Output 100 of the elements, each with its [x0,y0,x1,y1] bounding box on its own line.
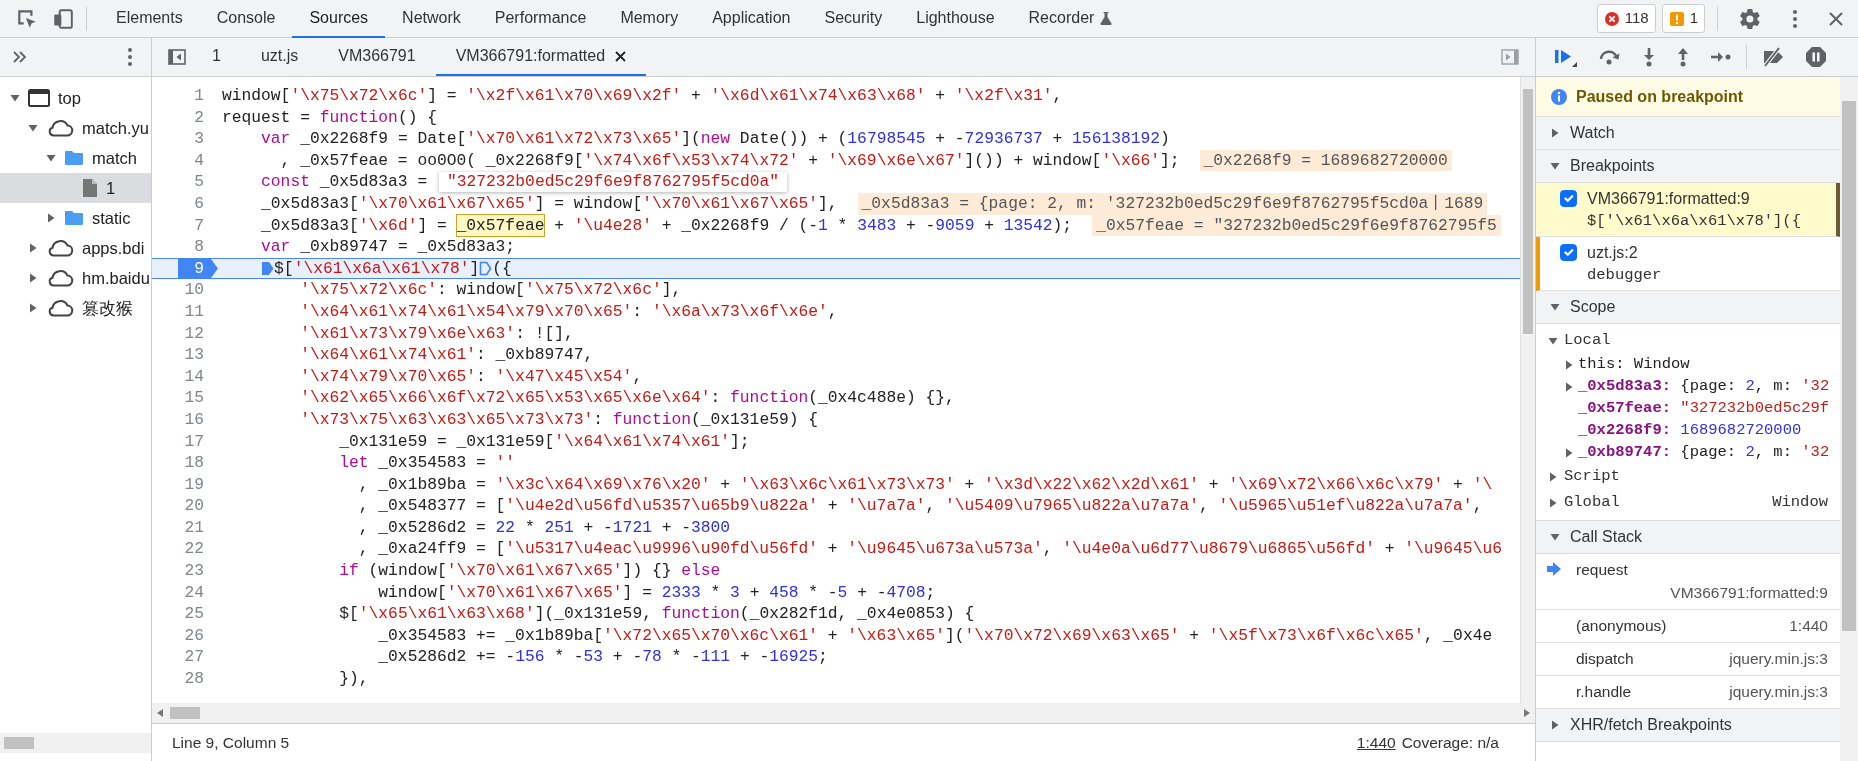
expand-arrow-icon[interactable] [1550,128,1560,138]
line-number[interactable]: 4 [152,149,218,172]
source-location-link[interactable]: 1:440 [1356,730,1396,755]
step-icon[interactable] [1710,50,1732,64]
warning-counter[interactable]: 1 [1661,4,1705,33]
close-icon[interactable] [615,50,627,62]
checkbox[interactable] [1560,244,1577,261]
resume-icon[interactable] [1554,47,1578,67]
scrollbar-thumb[interactable] [4,737,34,749]
line-number[interactable]: 12 [152,322,218,345]
section-header[interactable]: Scope [1536,291,1840,324]
inspect-icon[interactable] [16,7,38,30]
expand-arrow-icon[interactable] [1564,448,1574,458]
tree-row[interactable]: hm.baidu. [0,263,151,293]
step-over-icon[interactable] [1598,48,1622,66]
line-number[interactable]: 16 [152,408,218,431]
tree-row[interactable]: apps.bdi [0,233,151,263]
line-number[interactable]: 1 [152,85,218,107]
line-number[interactable]: 10 [152,279,218,301]
line-number[interactable]: 8 [152,236,218,258]
step-out-icon[interactable] [1676,47,1690,67]
toggle-debugger-icon[interactable] [1501,49,1519,65]
line-number[interactable]: 14 [152,365,218,388]
line-number[interactable]: 27 [152,646,218,669]
panel-tab[interactable]: Recorder [1011,0,1130,38]
expand-arrow-icon[interactable] [28,243,38,253]
toggle-navigator-icon[interactable] [168,49,186,65]
error-counter[interactable]: 118 [1596,4,1656,33]
panel-tab[interactable]: Memory [603,0,696,38]
scrollbar[interactable] [1840,77,1858,761]
expand-arrow-icon[interactable] [28,303,38,313]
expand-arrow-icon[interactable] [1550,302,1560,312]
line-number[interactable]: 6 [152,192,218,215]
line-number[interactable]: 3 [152,128,218,150]
call-frame[interactable]: r.handle jquery.min.js:3 [1536,675,1840,709]
expand-arrow-icon[interactable] [1548,472,1558,482]
scroll-right-icon[interactable] [1523,708,1531,718]
line-number[interactable]: 24 [152,581,218,604]
line-number[interactable]: 2 [152,106,218,129]
tree-row[interactable]: static [0,203,151,233]
more-options-icon[interactable] [1792,8,1798,29]
pause-on-exceptions-icon[interactable] [1805,46,1827,68]
section-header[interactable]: Watch [1536,117,1840,150]
panel-tab[interactable]: Elements [99,0,200,38]
line-number[interactable]: 19 [152,473,218,496]
scrollbar[interactable] [152,703,1535,723]
scope-group-label[interactable]: Global [1564,491,1620,515]
line-number[interactable]: 21 [152,516,218,539]
line-number[interactable]: 17 [152,430,218,453]
expand-arrow-icon[interactable] [28,123,38,133]
execution-marker-icon[interactable] [261,261,275,277]
scrollbar[interactable] [1520,77,1535,703]
expand-arrow-icon[interactable] [1548,498,1558,508]
call-frame[interactable]: (anonymous) 1:440 [1536,609,1840,643]
breakpoint-item[interactable]: VM366791:formatted:9 $['\x61\x6a\x61\x78']({ [1536,183,1840,237]
scrollbar-thumb[interactable] [1842,101,1856,631]
scope-group-label[interactable]: Local [1564,329,1611,353]
line-number[interactable]: 28 [152,668,218,690]
section-header[interactable]: Call Stack [1536,521,1840,554]
panel-tab[interactable]: Console [199,0,293,38]
scroll-left-icon[interactable] [156,708,164,718]
line-number[interactable]: 20 [152,495,218,517]
checkbox[interactable] [1560,190,1577,207]
panel-tab[interactable]: Network [385,0,478,38]
tree-row[interactable]: match [0,143,151,173]
expand-arrow-icon[interactable] [1548,336,1558,346]
more-options-icon[interactable] [127,47,133,67]
line-number[interactable]: 11 [152,300,218,323]
tree-row[interactable]: 篡改猴 [0,293,151,323]
panel-tab[interactable]: Lighthouse [899,0,1012,38]
line-number[interactable]: 26 [152,624,218,647]
scrollbar-thumb[interactable] [1523,89,1533,334]
line-number[interactable]: 23 [152,560,218,582]
line-number[interactable]: 25 [152,603,218,625]
line-number[interactable]: 18 [152,452,218,474]
line-number[interactable]: 13 [152,344,218,366]
scope-group-label[interactable]: Script [1564,465,1620,489]
file-tab[interactable]: 1 [192,38,241,76]
tree-row[interactable]: match.yu [0,113,151,143]
step-into-icon[interactable] [1642,47,1656,67]
file-tab[interactable]: uzt.js [240,38,319,76]
expand-arrow-icon[interactable] [46,153,56,163]
line-number[interactable]: 15 [152,387,218,409]
expand-arrow-icon[interactable] [1550,532,1560,542]
expand-arrow-icon[interactable] [46,213,56,223]
settings-icon[interactable] [1738,6,1762,31]
line-number[interactable]: 5 [152,171,218,193]
call-frame[interactable]: dispatch jquery.min.js:3 [1536,642,1840,676]
tree-row[interactable]: 1 [0,173,151,203]
scrollbar-thumb[interactable] [170,707,200,719]
panel-tab[interactable]: Application [695,0,808,38]
expand-arrow-icon[interactable] [1564,382,1574,392]
section-header[interactable]: XHR/fetch Breakpoints [1536,708,1840,742]
execution-marker-icon[interactable] [479,261,493,277]
expand-arrow-icon[interactable] [1550,161,1560,171]
device-toolbar-icon[interactable] [52,7,74,30]
section-header[interactable]: Breakpoints [1536,150,1840,183]
panel-tab[interactable]: Security [807,0,900,38]
line-number[interactable]: 22 [152,538,218,561]
panel-tab[interactable]: Performance [477,0,604,38]
